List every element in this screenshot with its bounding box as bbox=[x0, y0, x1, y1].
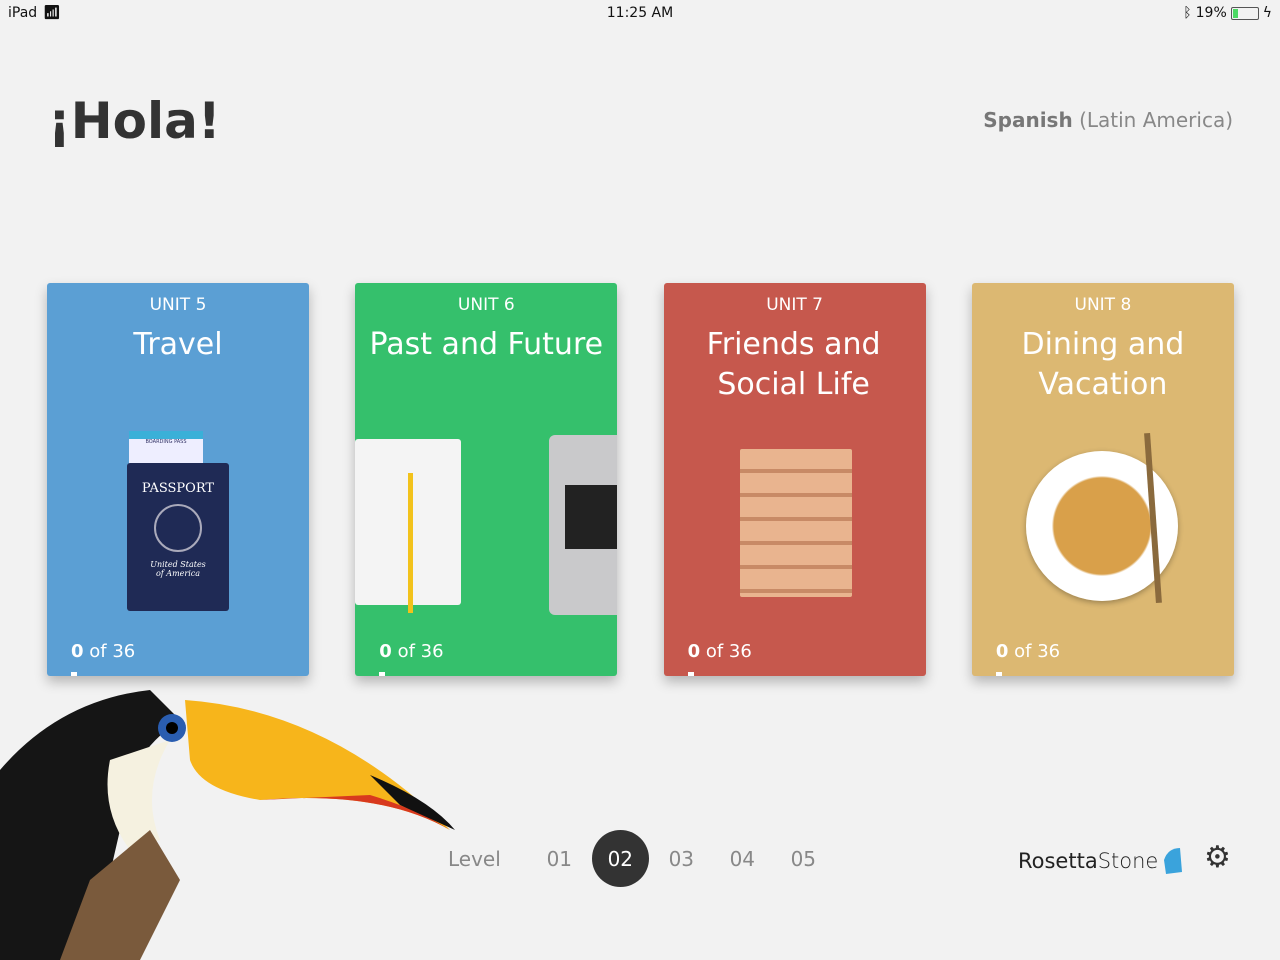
pencil-image bbox=[408, 473, 414, 613]
bluetooth-icon: ᛒ bbox=[1183, 5, 1192, 21]
toucan-illustration bbox=[0, 690, 455, 960]
laptop-image bbox=[549, 435, 618, 615]
unit-progress-bar bbox=[379, 672, 386, 676]
level-04-button[interactable]: 04 bbox=[714, 830, 771, 887]
level-label: Level bbox=[448, 846, 501, 871]
rosetta-stone-logo: RosettaStone bbox=[1018, 846, 1184, 876]
language-selector[interactable]: Spanish (Latin America) bbox=[983, 108, 1233, 132]
language-name: Spanish bbox=[983, 108, 1073, 132]
greeting-title: ¡Hola! bbox=[48, 92, 221, 150]
level-selector: Level 01 02 03 04 05 bbox=[448, 830, 836, 887]
passport-image: PASSPORT United States of America bbox=[127, 463, 229, 611]
unit-progress-bar bbox=[71, 672, 77, 676]
jenga-tower-image bbox=[739, 449, 852, 597]
charging-icon: ϟ bbox=[1262, 5, 1272, 21]
unit-progress-text: 0 of 36 bbox=[995, 641, 1061, 662]
unit-progress-text: 0 of 36 bbox=[71, 641, 136, 662]
brand-name-1: Rosetta bbox=[1018, 849, 1098, 873]
unit-title: Travel bbox=[133, 327, 223, 362]
unit-number: UNIT 5 bbox=[149, 295, 207, 315]
level-02-button[interactable]: 02 bbox=[591, 830, 649, 887]
unit-illustration: BOARDING PASS PASSPORT United States of A… bbox=[47, 423, 309, 623]
clock: 11:25 AM bbox=[606, 5, 674, 21]
unit-progress-text: 0 of 36 bbox=[687, 641, 752, 662]
level-01-button[interactable]: 01 bbox=[531, 830, 588, 887]
language-variant: (Latin America) bbox=[1079, 108, 1233, 132]
status-bar: iPad 📶︎ 11:25 AM ᛒ 19% ϟ bbox=[0, 0, 1280, 26]
battery-percent: 19% bbox=[1195, 5, 1227, 21]
unit-card[interactable]: UNIT 5 Travel BOARDING PASS PASSPORT Unit… bbox=[47, 283, 309, 676]
unit-title: Friends and Social Life bbox=[706, 327, 881, 402]
battery-icon bbox=[1230, 6, 1259, 20]
settings-gear-icon[interactable]: ⚙ bbox=[1204, 840, 1231, 875]
unit-title: Dining and Vacation bbox=[1021, 327, 1185, 402]
unit-progress-bar bbox=[687, 672, 694, 676]
level-03-button[interactable]: 03 bbox=[653, 830, 710, 887]
unit-illustration bbox=[355, 423, 618, 623]
unit-number: UNIT 7 bbox=[766, 295, 823, 315]
unit-card[interactable]: UNIT 8 Dining and Vacation 0 of 36 bbox=[971, 283, 1234, 676]
unit-number: UNIT 8 bbox=[1074, 295, 1132, 315]
unit-illustration bbox=[972, 423, 1234, 623]
unit-card[interactable]: UNIT 7 Friends and Social Life 0 of 36 bbox=[663, 283, 926, 676]
stone-icon bbox=[1164, 848, 1183, 874]
unit-progress-text: 0 of 36 bbox=[379, 641, 444, 662]
unit-title: Past and Future bbox=[369, 327, 604, 362]
unit-card[interactable]: UNIT 6 Past and Future 0 of 36 bbox=[355, 283, 618, 676]
brand-name-2: Stone bbox=[1097, 849, 1159, 873]
unit-progress-bar bbox=[995, 672, 1002, 676]
level-05-button[interactable]: 05 bbox=[775, 830, 832, 887]
unit-illustration bbox=[664, 423, 926, 623]
unit-number: UNIT 6 bbox=[457, 295, 515, 315]
